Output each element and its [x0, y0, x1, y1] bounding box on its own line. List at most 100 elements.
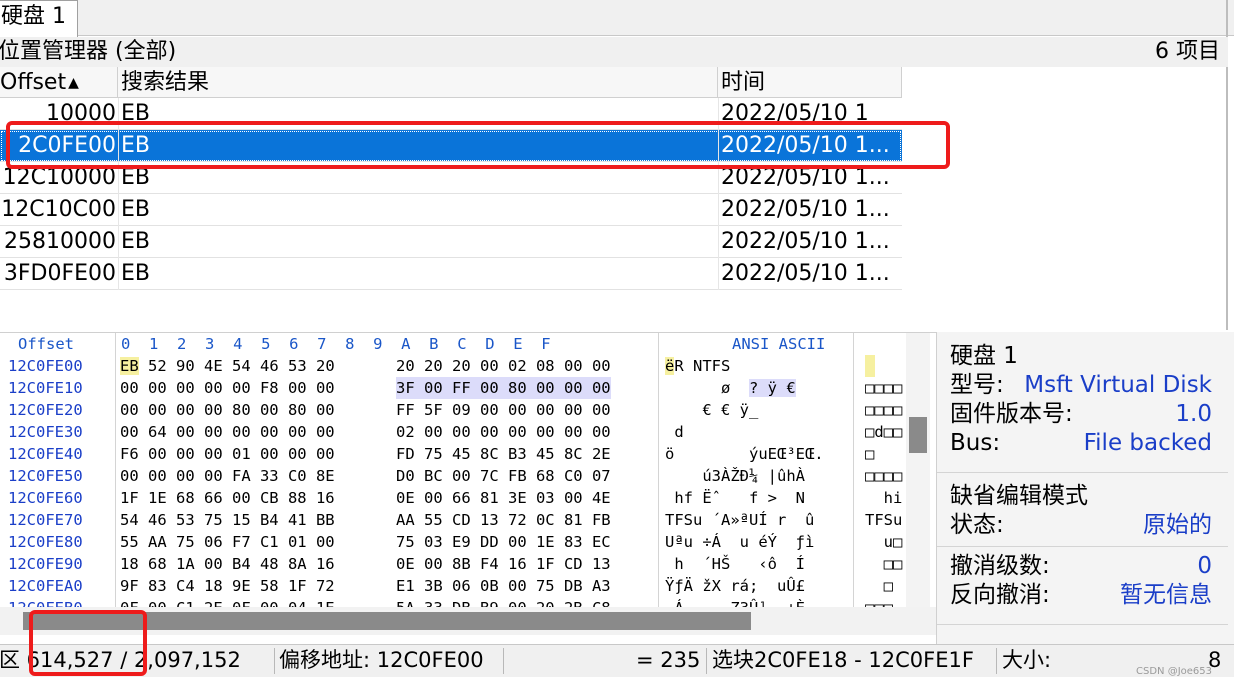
info-row-bus: Bus: File backed — [950, 429, 1212, 458]
ansi-text: ø ? ÿ € — [665, 379, 796, 397]
hex-bytes[interactable]: D0 BC 00 7C FB 68 C0 07 — [396, 465, 611, 487]
divider — [937, 472, 1228, 473]
hex-bytes[interactable]: 00 00 00 00 80 00 80 00 — [120, 399, 335, 421]
hex-bytes[interactable]: E1 3B 06 0B 00 75 DB A3 — [396, 575, 611, 597]
hex-bytes[interactable]: F6 00 00 00 01 00 00 00 — [120, 443, 335, 465]
row-time: 2022/05/10 1... — [718, 258, 902, 290]
tab-disk-1[interactable]: 硬盘 1 — [0, 0, 78, 37]
disk-title: 硬盘 1 — [950, 343, 1018, 369]
ascii-text: □□□□ — [865, 401, 903, 419]
status-block: 选块2C0FE18 - 12C0FE1F — [712, 648, 974, 672]
hex-bytes[interactable]: 55 AA 75 06 F7 C1 01 00 — [120, 531, 335, 553]
hex-line-offset: 12C0FE10 — [8, 379, 83, 397]
hex-bytes[interactable]: 1F 1E 68 66 00 CB 88 16 — [120, 487, 335, 509]
hex-line-offset: 12C0FE60 — [8, 489, 83, 507]
ansi-text: Uªu ÷Á u éÝ ƒì — [665, 533, 815, 551]
hex-bytes[interactable]: 00 00 00 00 00 F8 00 00 — [120, 377, 335, 399]
column-header-time[interactable]: 时间 — [718, 67, 902, 98]
row-time: 2022/05/10 1... — [718, 226, 902, 258]
position-manager-title: 位置管理器 (全部) — [0, 39, 177, 64]
hex-bytes[interactable]: 00 64 00 00 00 00 00 00 — [120, 421, 335, 443]
cursor-byte[interactable]: EB — [120, 357, 139, 375]
row-offset: 12C10000 — [2, 165, 116, 190]
ascii-text: □d□□ — [865, 423, 903, 441]
hex-bytes[interactable]: 20 20 20 00 02 08 00 00 — [396, 355, 611, 377]
list-row[interactable]: 3FD0FE00 EB 2022/05/10 1... — [0, 258, 902, 290]
column-header-label: Offset — [0, 70, 67, 95]
status-divider — [706, 648, 707, 674]
hex-bytes-selected[interactable]: 3F 00 FF 00 80 00 00 00 — [396, 377, 611, 399]
list-row[interactable]: 25810000 EB 2022/05/10 1... — [0, 226, 902, 258]
row-offset: 12C10C00 — [1, 197, 116, 222]
hex-bytes[interactable]: FD 75 45 8C B3 45 8C 2E — [396, 443, 611, 465]
ansi-text: ŸƒÄ žX rá; uÛ£ — [665, 577, 805, 595]
hex-editor[interactable]: Offset 0 1 2 3 4 5 6 7 8 9 A B C D E F A… — [0, 332, 936, 607]
ascii-header: ANSI ASCII — [732, 335, 826, 353]
hex-bytes[interactable]: 0E 00 8B F4 16 1F CD 13 — [396, 553, 611, 575]
hex-bytes[interactable]: EB 52 90 4E 54 46 53 20 — [120, 355, 335, 377]
ascii-cursor — [865, 355, 875, 377]
hex-bytes[interactable]: 0E 00 66 81 3E 03 00 4E — [396, 487, 611, 509]
hex-bytes[interactable]: 02 00 00 00 00 00 00 00 — [396, 421, 611, 443]
list-row[interactable]: 10000 EB 2022/05/10 1 — [0, 98, 902, 130]
info-key: Bus: — [950, 430, 1001, 456]
hex-bytes[interactable]: 18 68 1A 00 B4 48 8A 16 — [120, 553, 335, 575]
ansi-text: d — [665, 423, 684, 441]
info-key: 固件版本号: — [950, 401, 1073, 427]
hex-line-offset: 12C0FEA0 — [8, 577, 83, 595]
list-row[interactable]: 12C10C00 EB 2022/05/10 1... — [0, 194, 902, 226]
status-divider — [996, 648, 997, 674]
hex-bytes[interactable]: 0F 00 C1 2E 0F 00 04 1E — [120, 597, 335, 607]
hex-bytes[interactable]: 00 00 00 00 FA 33 C0 8E — [120, 465, 335, 487]
ascii-text: hi — [865, 489, 903, 507]
ascii-text: □ — [865, 577, 893, 595]
row-result: EB — [118, 258, 718, 290]
hex-line-offset: 12C0FEB0 — [8, 597, 83, 607]
hex-column-header: 0 1 2 3 4 5 6 7 8 9 A B C D E F — [121, 335, 551, 353]
row-result: EB — [118, 98, 718, 130]
divider — [937, 624, 1228, 625]
ansi-text: ú3ÀŽÐ¼ |ûhÀ — [665, 467, 805, 485]
hex-bytes[interactable]: 9F 83 C4 18 9E 58 1F 72 — [120, 575, 335, 597]
tab-strip: 硬盘 1 — [0, 0, 1234, 37]
status-divider — [274, 648, 275, 674]
column-divider — [115, 333, 116, 607]
tab-label: 硬盘 1 — [1, 4, 66, 29]
ascii-text: u□ — [865, 533, 903, 551]
hex-line-offset: 12C0FE00 — [8, 357, 83, 375]
info-value: Msft Virtual Disk — [1024, 372, 1212, 398]
horizontal-scroll-thumb[interactable] — [23, 612, 751, 630]
ansi-text: hf Ëˆ f > N — [665, 489, 805, 507]
status-offset: 偏移地址: 12C0FE00 — [279, 648, 484, 672]
vertical-scroll-thumb[interactable] — [909, 417, 927, 453]
column-header-offset[interactable]: Offset ▲ — [0, 67, 118, 98]
row-offset: 2C0FE00 — [18, 133, 116, 158]
vertical-scrollbar[interactable] — [906, 333, 930, 607]
column-header-result[interactable]: 搜索结果 — [118, 67, 718, 98]
ascii-text: TFSu — [865, 511, 903, 529]
status-size-label: 大小: — [1002, 648, 1052, 672]
info-row-redo: 反向撤消: 暂无信息 — [950, 581, 1212, 610]
position-manager-header: 位置管理器 (全部) 6 项目 — [0, 37, 1228, 67]
watermark: CSDN @Joe653 — [1136, 666, 1212, 677]
ansi-text: h ´HŠ ‹ô Í — [665, 555, 805, 573]
hex-bytes[interactable]: FF 5F 09 00 00 00 00 00 — [396, 399, 611, 421]
row-offset: 10000 — [46, 101, 116, 126]
ascii-text: □□□□ — [865, 379, 903, 397]
row-result: EB — [118, 162, 718, 194]
info-panel: 硬盘 1 型号: Msft Virtual Disk 固件版本号: 1.0 Bus:… — [936, 332, 1234, 644]
row-result: EB — [118, 194, 718, 226]
column-header-label: 时间 — [721, 70, 766, 95]
list-row[interactable]: 12C10000 EB 2022/05/10 1... — [0, 162, 902, 194]
hex-bytes[interactable]: 5A 33 DB B9 00 20 2B C8 — [396, 597, 611, 607]
ansi-text: ëR NTFS — [665, 357, 731, 375]
row-offset: 3FD0FE00 — [3, 261, 116, 286]
horizontal-scrollbar[interactable] — [0, 607, 936, 635]
hex-bytes[interactable]: AA 55 CD 13 72 0C 81 FB — [396, 509, 611, 531]
hex-bytes[interactable]: 75 03 E9 DD 00 1E 83 EC — [396, 531, 611, 553]
list-row-selected[interactable]: 2C0FE00 EB 2022/05/10 1... — [0, 130, 902, 162]
hex-line-offset: 12C0FE80 — [8, 533, 83, 551]
hex-bytes[interactable]: 54 46 53 75 15 B4 41 BB — [120, 509, 335, 531]
info-row-model: 型号: Msft Virtual Disk — [950, 371, 1212, 400]
row-time: 2022/05/10 1... — [718, 162, 902, 194]
